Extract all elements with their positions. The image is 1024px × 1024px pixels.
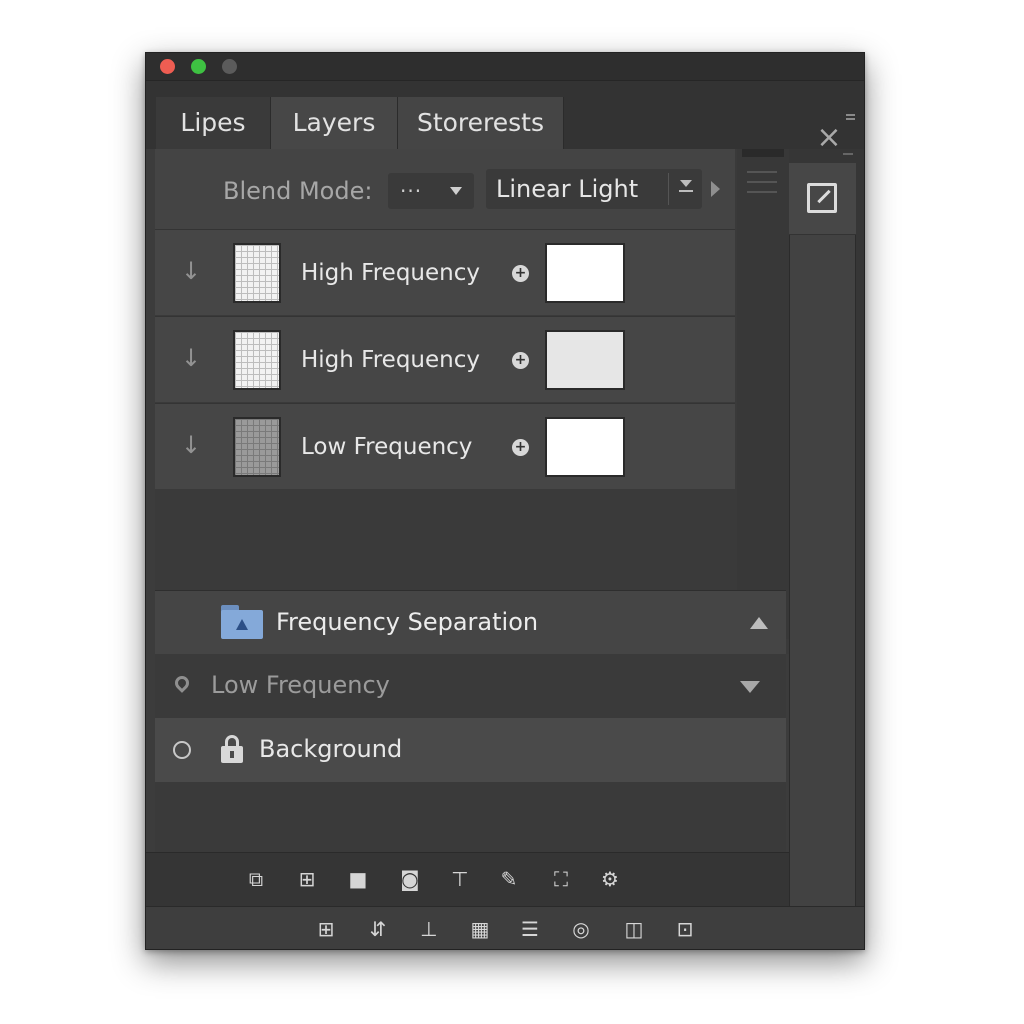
blend-mode-row: Blend Mode: ··· Linear Light [155,149,735,229]
scrollbar-thumb[interactable] [742,149,784,157]
layer-mask-thumbnail[interactable] [545,243,625,303]
window-close-button[interactable] [160,59,175,74]
layer-row-low-frequency-collapsed[interactable]: Low Frequency [155,654,786,718]
window-minimize-button[interactable] [222,59,237,74]
title-bar [146,53,864,81]
layer-name: Low Frequency [301,434,473,460]
layer-name: High Frequency [301,260,480,286]
dropdown-stepper-icon[interactable] [675,177,697,201]
lock-icon[interactable] [221,735,243,763]
arrow-down-icon: ↓ [181,257,202,285]
link-icon[interactable]: + [512,352,529,369]
folder-icon [221,605,263,639]
arrow-down-icon: ↓ [181,431,202,459]
side-tool-strip [789,149,864,929]
layer-row-background[interactable]: Background [155,718,786,782]
layer-mask-thumbnail[interactable] [545,330,625,390]
tab-strip: Lipes Layers Storerests × [146,81,864,153]
tab-lipes[interactable]: Lipes [156,97,271,149]
chevron-down-icon [450,187,462,195]
text-layer-icon[interactable]: ⊤ [446,865,474,893]
circle-icon[interactable] [173,741,191,759]
list-icon[interactable]: ☰ [516,915,544,943]
blend-options-dropdown[interactable]: ··· [388,173,474,209]
group-row-frequency-separation[interactable]: Frequency Separation [155,590,786,654]
group-icon[interactable]: ⊞ [312,915,340,943]
pin-icon[interactable] [172,673,192,693]
tab-storerests[interactable]: Storerests [398,97,564,149]
arrow-down-icon: ↓ [181,344,202,372]
group-name: Frequency Separation [276,608,539,636]
settings-icon[interactable]: ⚙ [596,865,624,893]
layers-panel-window: Lipes Layers Storerests × Blend Mode: ··… [145,52,865,950]
merge-down-icon[interactable]: ⇵ [364,915,392,943]
layer-actions-toolbar: ⧉ ⊞ ■ ◙ ⊤ ✎ ⛶ ⚙ [146,852,789,906]
crop-icon[interactable]: ⛶ [547,865,575,893]
collapse-up-icon[interactable] [750,617,768,629]
chevron-right-icon[interactable] [711,181,720,197]
align-icon[interactable]: ⊥ [415,915,443,943]
split-icon[interactable]: ◫ [620,915,648,943]
link-icon[interactable]: + [512,265,529,282]
layer-thumbnail[interactable] [233,243,281,303]
edit-square-icon [807,183,837,213]
more-options-icon: ··· [400,179,423,203]
layer-thumbnail[interactable] [233,417,281,477]
adjustment-icon[interactable]: ◙ [396,865,424,893]
link-icon[interactable]: + [512,439,529,456]
empty-list-area [155,782,786,852]
target-icon[interactable]: ◎ [567,915,595,943]
layer-name: High Frequency [301,347,480,373]
layers-list-panel: Blend Mode: ··· Linear Light ↓ High Freq… [155,149,789,654]
add-layer-icon[interactable]: ⊞ [293,865,321,893]
tab-layers[interactable]: Layers [271,97,398,149]
panel-footer-toolbar: ⊞ ⇵ ⊥ ▦ ☰ ◎ ◫ ⊡ [146,906,864,949]
panel-menu-icon[interactable] [846,114,856,124]
blend-mode-value: Linear Light [496,175,639,203]
scrollbar[interactable] [737,149,789,639]
layer-thumbnail[interactable] [233,330,281,390]
layer-row-high-frequency-1[interactable]: ↓ High Frequency + [155,229,735,315]
layer-mask-thumbnail[interactable] [545,417,625,477]
mask-icon[interactable]: ■ [344,865,372,893]
layer-row-high-frequency-2[interactable]: ↓ High Frequency + [155,316,735,402]
grid-icon[interactable]: ▦ [466,915,494,943]
duplicate-layer-icon[interactable]: ⧉ [242,865,270,893]
scroll-grip-icon [747,171,777,201]
layer-row-low-frequency[interactable]: ↓ Low Frequency + [155,403,735,489]
layer-name: Background [259,735,403,763]
blend-mode-select[interactable]: Linear Light [486,169,702,209]
export-icon[interactable]: ⊡ [671,915,699,943]
window-zoom-button[interactable] [191,59,206,74]
brush-icon[interactable]: ✎ [495,865,523,893]
blend-mode-label: Blend Mode: [223,177,373,205]
layer-name: Low Frequency [211,671,390,699]
chevron-down-icon[interactable] [740,681,760,693]
edit-button[interactable] [789,163,856,235]
